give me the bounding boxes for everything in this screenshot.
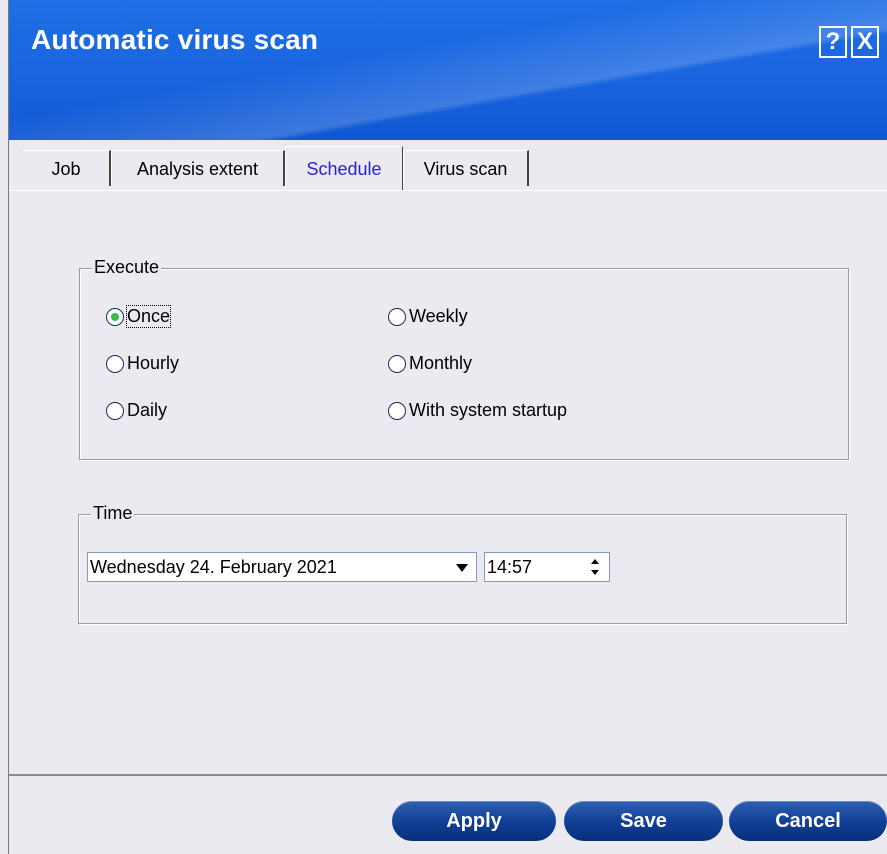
cancel-button[interactable]: Cancel [729,801,887,841]
radio-hourly-indicator[interactable] [106,354,124,373]
close-button[interactable]: X [851,26,879,58]
date-value: Wednesday 24. February 2021 [90,557,337,577]
radio-daily[interactable]: Daily [106,400,167,421]
radio-weekly[interactable]: Weekly [388,306,468,327]
execute-group: Execute Once Hourly Daily Weekly Monthly [79,257,849,460]
button-bar: Apply Save Cancel [9,778,887,854]
radio-once[interactable]: Once [106,305,172,328]
tab-virus-scan[interactable]: Virus scan [403,150,529,186]
radio-system-startup-label: With system startup [409,400,568,420]
help-button[interactable]: ? [819,26,847,58]
radio-hourly[interactable]: Hourly [106,353,179,374]
radio-daily-indicator[interactable] [106,401,124,420]
spinner-icon[interactable] [583,555,607,579]
tab-strip: Job Analysis extent Schedule Virus scan [9,140,887,196]
dialog-window: Automatic virus scan ? X Job Analysis ex… [0,0,887,854]
date-dropdown[interactable]: Wednesday 24. February 2021 [87,552,477,582]
radio-once-label: Once [125,305,172,328]
tab-schedule[interactable]: Schedule [285,146,403,190]
time-group: Time Wednesday 24. February 2021 14:57 [78,503,847,624]
chevron-down-icon[interactable] [450,555,474,579]
time-input[interactable]: 14:57 [484,552,610,582]
tab-job[interactable]: Job [23,150,111,186]
radio-weekly-label: Weekly [409,306,468,326]
execute-group-title: Execute [92,257,162,278]
time-value: 14:57 [487,557,533,577]
tab-analysis-extent[interactable]: Analysis extent [111,150,285,186]
radio-system-startup-indicator[interactable] [388,401,406,420]
radio-system-startup[interactable]: With system startup [388,400,567,421]
apply-button[interactable]: Apply [392,801,556,841]
schedule-panel: Execute Once Hourly Daily Weekly Monthly [9,190,887,776]
time-group-title: Time [91,503,135,524]
radio-monthly-label: Monthly [409,353,473,373]
radio-hourly-label: Hourly [127,353,180,373]
radio-weekly-indicator[interactable] [388,307,406,326]
radio-monthly-indicator[interactable] [388,354,406,373]
radio-monthly[interactable]: Monthly [388,353,472,374]
radio-once-indicator[interactable] [106,307,124,326]
window-title: Automatic virus scan [31,24,319,55]
radio-daily-label: Daily [127,400,168,420]
title-bar: Automatic virus scan ? X [9,0,887,140]
save-button[interactable]: Save [564,801,723,841]
